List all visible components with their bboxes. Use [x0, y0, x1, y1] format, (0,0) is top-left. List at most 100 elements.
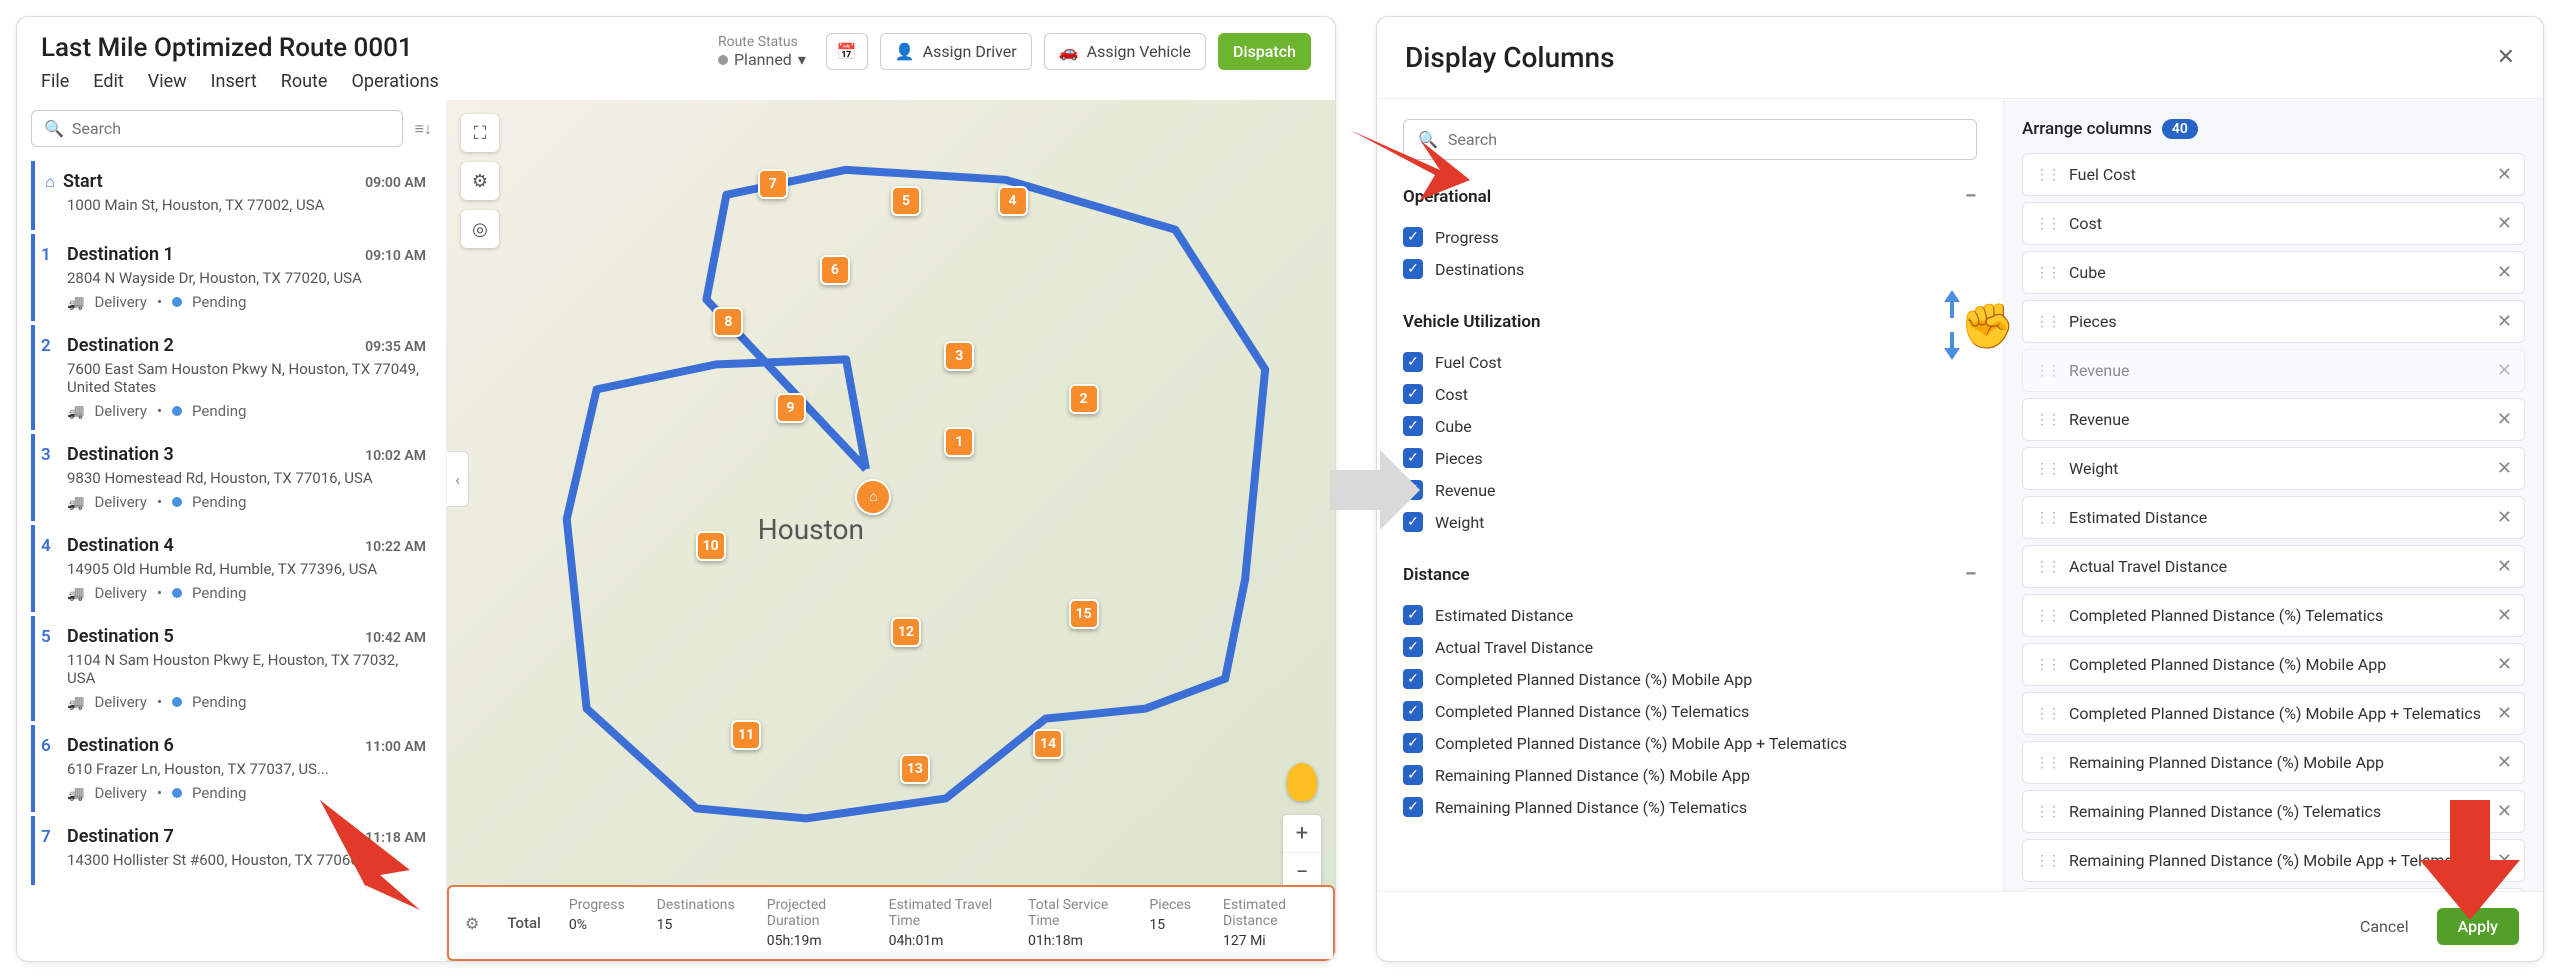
stop-item[interactable]: 2 Destination 209:35 AM7600 East Sam Hou…: [31, 325, 432, 430]
remove-column-button[interactable]: ✕: [2497, 556, 2512, 577]
arranged-column-item[interactable]: ⋮⋮Cost✕: [2022, 202, 2525, 245]
arranged-column-item[interactable]: ⋮⋮Remaining Planned Distance (%) Telemat…: [2022, 790, 2525, 833]
drag-handle-icon[interactable]: ⋮⋮: [2035, 755, 2059, 771]
column-checkbox-row[interactable]: ✓Destinations: [1403, 253, 1977, 285]
pin-1[interactable]: 1: [944, 427, 974, 457]
group-header[interactable]: Distance−: [1403, 562, 1977, 587]
arranged-column-item[interactable]: ⋮⋮Completed Planned Distance (%) Telemat…: [2022, 594, 2525, 637]
drag-handle-icon[interactable]: ⋮⋮: [2035, 167, 2059, 183]
drag-handle-icon[interactable]: ⋮⋮: [2035, 706, 2059, 722]
pin-10[interactable]: 10: [696, 531, 726, 561]
gear-icon[interactable]: ⚙: [465, 914, 479, 933]
drag-handle-icon[interactable]: ⋮⋮: [2035, 265, 2059, 281]
menu-operations[interactable]: Operations: [351, 71, 438, 92]
remove-column-button[interactable]: ✕: [2497, 654, 2512, 675]
calendar-button[interactable]: 📅: [826, 33, 868, 70]
column-checkbox-row[interactable]: ✓Progress: [1403, 221, 1977, 253]
remove-column-button[interactable]: ✕: [2497, 507, 2512, 528]
arranged-column-item[interactable]: ⋮⋮Estimated Distance✕: [2022, 496, 2525, 539]
stop-item[interactable]: 1 Destination 109:10 AM2804 N Wayside Dr…: [31, 234, 432, 321]
pin-11[interactable]: 11: [731, 720, 761, 750]
arranged-column-item[interactable]: ⋮⋮Deviated From Planned Distance (%) Mob…: [2022, 888, 2525, 891]
drag-handle-icon[interactable]: ⋮⋮: [2035, 608, 2059, 624]
pegman-icon[interactable]: [1287, 763, 1317, 801]
pin-12[interactable]: 12: [891, 617, 921, 647]
collapse-sidebar-button[interactable]: ‹: [447, 451, 469, 507]
column-checkbox-row[interactable]: ✓Remaining Planned Distance (%) Mobile A…: [1403, 759, 1977, 791]
column-checkbox-row[interactable]: ✓Completed Planned Distance (%) Mobile A…: [1403, 727, 1977, 759]
remove-column-button[interactable]: ✕: [2497, 752, 2512, 773]
column-checkbox-row[interactable]: ✓Cost: [1403, 378, 1977, 410]
pin-14[interactable]: 14: [1033, 729, 1063, 759]
menu-route[interactable]: Route: [281, 71, 328, 92]
arranged-column-item[interactable]: ⋮⋮Remaining Planned Distance (%) Mobile …: [2022, 839, 2525, 882]
drag-handle-icon[interactable]: ⋮⋮: [2035, 363, 2059, 379]
column-checkbox-row[interactable]: ✓Pieces: [1403, 442, 1977, 474]
column-checkbox-row[interactable]: ✓Actual Travel Distance: [1403, 631, 1977, 663]
column-checkbox-row[interactable]: ✓Fuel Cost: [1403, 346, 1977, 378]
remove-column-button[interactable]: ✕: [2497, 703, 2512, 724]
map[interactable]: ⌂ 1 2 3 4 5 6 7 8 9 10 11 12 13 14 15 Ho…: [447, 100, 1335, 961]
stop-item[interactable]: 3 Destination 310:02 AM9830 Homestead Rd…: [31, 434, 432, 521]
remove-column-button[interactable]: ✕: [2497, 850, 2512, 871]
menu-view[interactable]: View: [148, 71, 187, 92]
map-settings-button[interactable]: ⚙: [461, 162, 499, 200]
drag-handle-icon[interactable]: ⋮⋮: [2035, 461, 2059, 477]
remove-column-button[interactable]: ✕: [2497, 164, 2512, 185]
stop-item[interactable]: 7 Destination 711:18 AM14300 Hollister S…: [31, 816, 432, 885]
arranged-column-item[interactable]: ⋮⋮Cube✕: [2022, 251, 2525, 294]
remove-column-button[interactable]: ✕: [2497, 605, 2512, 626]
stop-item[interactable]: 6 Destination 611:00 AM610 Frazer Ln, Ho…: [31, 725, 432, 812]
pin-7[interactable]: 7: [758, 169, 788, 199]
column-checkbox-row[interactable]: ✓Completed Planned Distance (%) Mobile A…: [1403, 663, 1977, 695]
stop-item[interactable]: 5 Destination 510:42 AM1104 N Sam Housto…: [31, 616, 432, 721]
drag-handle-icon[interactable]: ⋮⋮: [2035, 559, 2059, 575]
arranged-column-item[interactable]: ⋮⋮Remaining Planned Distance (%) Mobile …: [2022, 741, 2525, 784]
column-checkbox-row[interactable]: ✓Completed Planned Distance (%) Telemati…: [1403, 695, 1977, 727]
columns-search-input[interactable]: [1448, 130, 1962, 149]
arranged-column-item[interactable]: ⋮⋮Fuel Cost✕: [2022, 153, 2525, 196]
drag-handle-icon[interactable]: ⋮⋮: [2035, 853, 2059, 869]
route-status[interactable]: Route Status Planned ▾: [718, 34, 806, 69]
group-header[interactable]: Operational−: [1403, 184, 1977, 209]
remove-column-button[interactable]: ✕: [2497, 311, 2512, 332]
drag-handle-icon[interactable]: ⋮⋮: [2035, 412, 2059, 428]
group-header[interactable]: Vehicle Utilization−: [1403, 309, 1977, 334]
column-checkbox-row[interactable]: ✓Cube: [1403, 410, 1977, 442]
menu-insert[interactable]: Insert: [211, 71, 257, 92]
remove-column-button[interactable]: ✕: [2497, 458, 2512, 479]
pin-3[interactable]: 3: [944, 341, 974, 371]
remove-column-button[interactable]: ✕: [2497, 213, 2512, 234]
columns-search[interactable]: 🔍: [1403, 119, 1977, 160]
zoom-in-button[interactable]: +: [1283, 815, 1321, 853]
dispatch-button[interactable]: Dispatch: [1218, 33, 1311, 70]
drag-handle-icon[interactable]: ⋮⋮: [2035, 804, 2059, 820]
pin-5[interactable]: 5: [891, 186, 921, 216]
stop-item[interactable]: 4 Destination 410:22 AM14905 Old Humble …: [31, 525, 432, 612]
arranged-column-item[interactable]: ⋮⋮Actual Travel Distance✕: [2022, 545, 2525, 588]
menu-edit[interactable]: Edit: [93, 71, 123, 92]
arranged-column-item[interactable]: ⋮⋮Revenue✕: [2022, 398, 2525, 441]
stop-search[interactable]: 🔍: [31, 110, 403, 147]
pin-6[interactable]: 6: [820, 255, 850, 285]
pin-15[interactable]: 15: [1069, 599, 1099, 629]
arranged-column-item[interactable]: ⋮⋮Weight✕: [2022, 447, 2525, 490]
pin-8[interactable]: 8: [713, 307, 743, 337]
remove-column-button[interactable]: ✕: [2497, 409, 2512, 430]
arranged-column-item[interactable]: ⋮⋮Pieces✕: [2022, 300, 2525, 343]
arranged-column-item[interactable]: ⋮⋮Revenue✕: [2022, 349, 2525, 392]
arranged-column-item[interactable]: ⋮⋮Completed Planned Distance (%) Mobile …: [2022, 692, 2525, 735]
drag-handle-icon[interactable]: ⋮⋮: [2035, 657, 2059, 673]
column-checkbox-row[interactable]: ✓Revenue: [1403, 474, 1977, 506]
remove-column-button[interactable]: ✕: [2497, 262, 2512, 283]
drag-handle-icon[interactable]: ⋮⋮: [2035, 314, 2059, 330]
remove-column-button[interactable]: ✕: [2497, 360, 2512, 381]
menu-file[interactable]: File: [41, 71, 69, 92]
fullscreen-button[interactable]: ⛶: [461, 114, 499, 152]
stop-item[interactable]: ⌂ Start09:00 AM1000 Main St, Houston, TX…: [31, 161, 432, 230]
drag-handle-icon[interactable]: ⋮⋮: [2035, 510, 2059, 526]
assign-driver-button[interactable]: 👤Assign Driver: [880, 33, 1032, 70]
stop-search-input[interactable]: [72, 119, 390, 138]
pin-4[interactable]: 4: [998, 186, 1028, 216]
arranged-column-item[interactable]: ⋮⋮Completed Planned Distance (%) Mobile …: [2022, 643, 2525, 686]
